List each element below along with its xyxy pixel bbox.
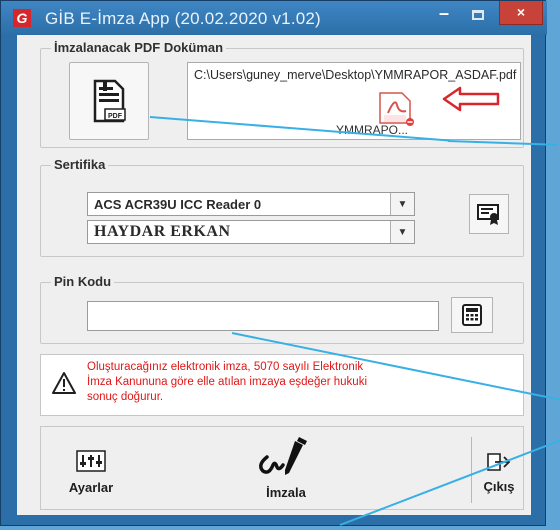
- maximize-button[interactable]: [463, 7, 493, 29]
- pdf-document-icon: PDF: [93, 79, 126, 123]
- pdf-document-group: İmzalanacak PDF Doküman PDF C:\Users\gun…: [40, 40, 524, 148]
- pdf-group-legend: İmzalanacak PDF Doküman: [51, 40, 227, 55]
- chevron-down-icon[interactable]: ▼: [390, 221, 414, 243]
- pdf-tag-text: PDF: [108, 113, 123, 120]
- sign-button[interactable]: İmzala: [211, 435, 361, 507]
- certificate-group-legend: Sertifika: [51, 157, 109, 172]
- card-reader-value: ACS ACR39U ICC Reader 0: [94, 197, 262, 212]
- sign-label: İmzala: [266, 485, 306, 500]
- settings-sliders-icon: [76, 450, 106, 472]
- virtual-keypad-button[interactable]: [451, 297, 493, 333]
- signature-pen-icon: [259, 437, 307, 475]
- close-button[interactable]: ×: [499, 1, 543, 25]
- certificate-details-button[interactable]: [469, 194, 509, 234]
- pdf-path-text: C:\Users\guney_merve\Desktop\YMMRAPOR_AS…: [194, 68, 517, 82]
- pdf-file-icon: [379, 92, 414, 126]
- exit-label: Çıkış: [483, 479, 515, 494]
- maximize-icon: [472, 10, 484, 20]
- select-pdf-button[interactable]: PDF: [69, 62, 149, 140]
- pin-group: Pin Kodu: [40, 274, 524, 344]
- title-bar[interactable]: G GİB E-İmza App (20.02.2020 v1.02) – ×: [1, 1, 547, 35]
- annotation-arrow-icon: [442, 86, 500, 112]
- settings-label: Ayarlar: [68, 480, 114, 495]
- warning-icon: [52, 372, 76, 394]
- actions-group: Ayarlar İmzala Çıkış: [40, 426, 524, 510]
- app-logo-icon: G: [13, 9, 31, 27]
- pdf-path-display: C:\Users\guney_merve\Desktop\YMMRAPOR_AS…: [187, 62, 521, 140]
- certificate-holder-dropdown[interactable]: HAYDAR ERKAN ▼: [87, 220, 415, 244]
- certificate-group: Sertifika ACS ACR39U ICC Reader 0 ▼ HAYD…: [40, 157, 524, 257]
- chevron-down-icon[interactable]: ▼: [390, 193, 414, 215]
- certificate-holder-value: HAYDAR ERKAN: [94, 223, 231, 240]
- minimize-button[interactable]: –: [429, 4, 459, 29]
- certificate-icon: [477, 204, 499, 225]
- pin-input[interactable]: [87, 301, 439, 331]
- legal-warning-box: Oluşturacağınız elektronik imza, 5070 sa…: [40, 354, 524, 416]
- settings-button[interactable]: Ayarlar: [61, 443, 119, 503]
- window-title: GİB E-İmza App (20.02.2020 v1.02): [45, 9, 321, 28]
- calculator-icon: [462, 304, 482, 326]
- pin-group-legend: Pin Kodu: [51, 274, 115, 289]
- card-reader-dropdown[interactable]: ACS ACR39U ICC Reader 0 ▼: [87, 192, 415, 216]
- legal-warning-text: Oluşturacağınız elektronik imza, 5070 sa…: [87, 361, 368, 403]
